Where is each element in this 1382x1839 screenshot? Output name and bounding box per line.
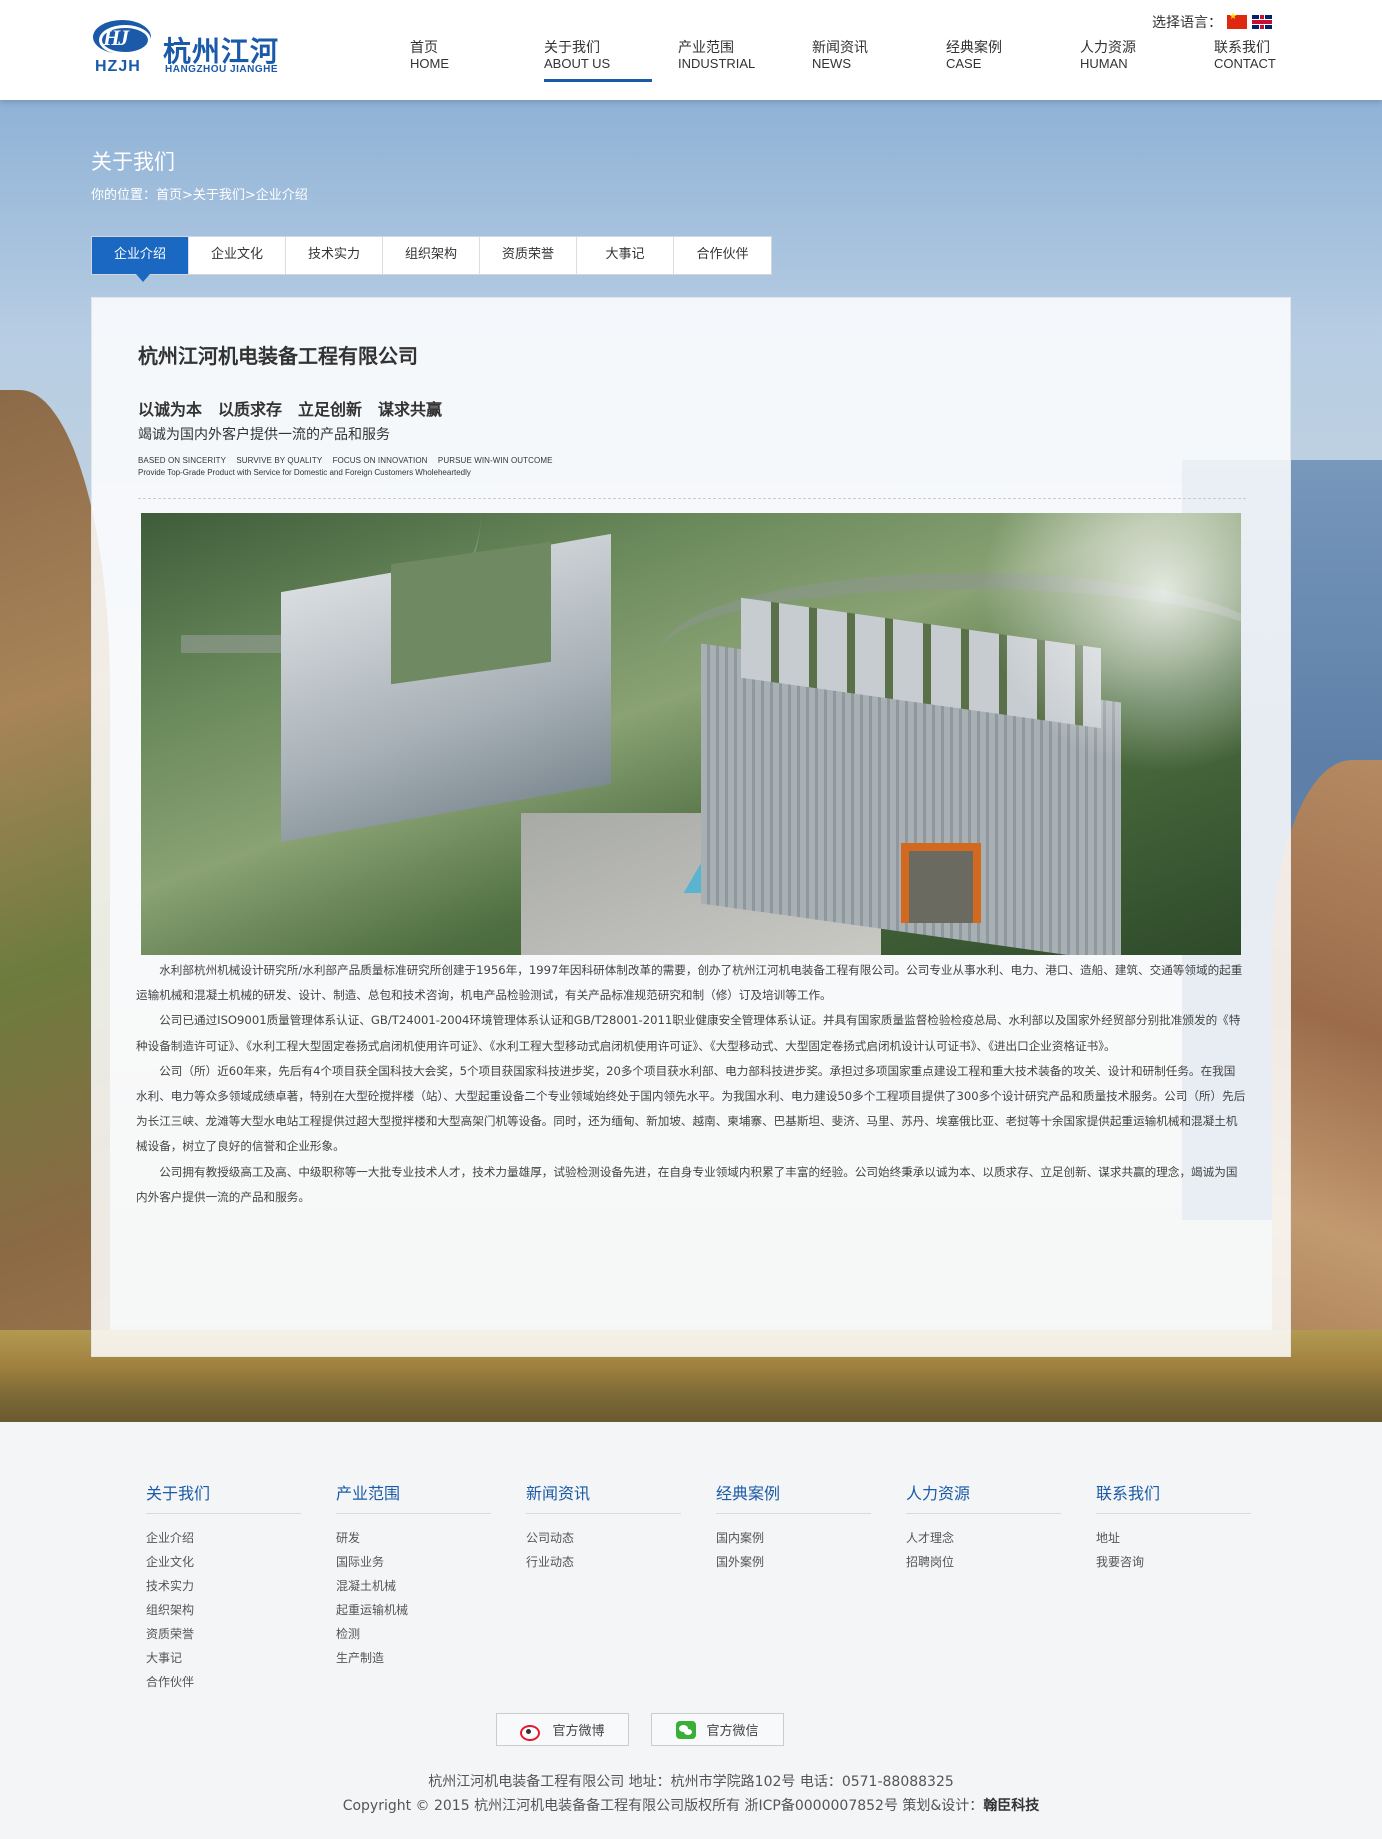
footer-contact-info: 杭州江河机电装备工程有限公司 地址：杭州市学院路102号 电话：0571-880… xyxy=(428,1774,954,1790)
footer-column-human: 人力资源 人才理念 招聘岗位 xyxy=(906,1480,1061,1574)
paragraph: 公司拥有教授级高工及高、中级职称等一大批专业技术人才，技术力量雄厚，试验检测设备… xyxy=(136,1164,1238,1204)
footer-link[interactable]: 技术实力 xyxy=(146,1574,301,1598)
slogan-subtitle: 竭诚为国内外客户提供一流的产品和服务 xyxy=(138,427,390,443)
footer-link[interactable]: 国内案例 xyxy=(716,1526,871,1550)
footer-column-title[interactable]: 经典案例 xyxy=(716,1480,871,1514)
footer-link[interactable]: 混凝土机械 xyxy=(336,1574,491,1598)
slogan-english: BASED ON SINCERITY SURVIVE BY QUALITY FO… xyxy=(138,456,553,465)
tab-honors[interactable]: 资质荣誉 xyxy=(480,237,577,274)
footer-column-news: 新闻资讯 公司动态 行业动态 xyxy=(526,1480,681,1574)
footer-column-title[interactable]: 新闻资讯 xyxy=(526,1480,681,1514)
nav-item-news[interactable]: 新闻资讯 NEWS xyxy=(812,41,912,82)
nav-item-about[interactable]: 关于我们 ABOUT US xyxy=(544,41,652,82)
footer-link[interactable]: 大事记 xyxy=(146,1646,301,1670)
nav-item-case[interactable]: 经典案例 CASE xyxy=(946,41,1046,82)
tab-milestones[interactable]: 大事记 xyxy=(577,237,674,274)
footer-column-title[interactable]: 联系我们 xyxy=(1096,1480,1251,1514)
tab-organization[interactable]: 组织架构 xyxy=(383,237,480,274)
nav-item-industrial[interactable]: 产业范围 INDUSTRIAL xyxy=(678,41,778,82)
tab-partners[interactable]: 合作伙伴 xyxy=(674,237,771,274)
footer-link[interactable]: 研发 xyxy=(336,1526,491,1550)
dashed-divider xyxy=(138,498,1246,499)
weibo-label: 官方微博 xyxy=(552,1724,605,1739)
breadcrumb[interactable]: 你的位置：首页>关于我们>企业介绍 xyxy=(91,184,308,203)
nav-item-contact[interactable]: 联系我们 CONTACT xyxy=(1214,41,1314,82)
footer-column-title[interactable]: 关于我们 xyxy=(146,1480,301,1514)
weibo-button[interactable]: 官方微博 xyxy=(496,1713,629,1746)
designer-link[interactable]: 翰臣科技 xyxy=(983,1798,1039,1814)
site-header: HJ HZJH 杭州江河 HANGZHOU JIANGHE 选择语言： 首页 H… xyxy=(0,0,1382,100)
entrance-shape xyxy=(901,843,981,923)
tab-technology[interactable]: 技术实力 xyxy=(286,237,383,274)
footer-link[interactable]: 生产制造 xyxy=(336,1646,491,1670)
footer-link[interactable]: 国际业务 xyxy=(336,1550,491,1574)
footer-link[interactable]: 企业文化 xyxy=(146,1550,301,1574)
wechat-icon xyxy=(676,1720,697,1739)
footer-link[interactable]: 我要咨询 xyxy=(1096,1550,1251,1574)
company-description: 水利部杭州机械设计研究所/水利部产品质量标准研究所创建于1956年，1997年因… xyxy=(136,958,1246,1210)
footer-column-industrial: 产业范围 研发 国际业务 混凝土机械 起重运输机械 检测 生产制造 xyxy=(336,1480,491,1670)
courtyard-shape xyxy=(391,541,551,685)
nav-item-human[interactable]: 人力资源 HUMAN xyxy=(1080,41,1180,82)
paragraph: 公司（所）近60年来，先后有4个项目获全国科技大会奖，5个项目获国家科技进步奖，… xyxy=(136,1063,1246,1154)
footer-column-about: 关于我们 企业介绍 企业文化 技术实力 组织架构 资质荣誉 大事记 合作伙伴 xyxy=(146,1480,301,1694)
uk-flag-icon[interactable] xyxy=(1252,15,1272,29)
footer-column-case: 经典案例 国内案例 国外案例 xyxy=(716,1480,871,1574)
footer-link[interactable]: 人才理念 xyxy=(906,1526,1061,1550)
footer-link[interactable]: 合作伙伴 xyxy=(146,1670,301,1694)
language-label: 选择语言： xyxy=(1152,15,1222,31)
footer-link[interactable]: 起重运输机械 xyxy=(336,1598,491,1622)
footer-column-contact: 联系我们 地址 我要咨询 xyxy=(1096,1480,1251,1574)
mist-shape xyxy=(981,513,1241,773)
footer-link[interactable]: 地址 xyxy=(1096,1526,1251,1550)
logo-abbr: HZJH xyxy=(95,58,141,75)
slogan: 以诚为本 以质求存 立足创新 谋求共赢 xyxy=(138,400,443,419)
nav-item-home[interactable]: 首页 HOME xyxy=(410,41,510,82)
content-panel: 杭州江河机电装备工程有限公司 以诚为本 以质求存 立足创新 谋求共赢 竭诚为国内… xyxy=(91,297,1291,1357)
footer-column-title[interactable]: 产业范围 xyxy=(336,1480,491,1514)
footer-link[interactable]: 国外案例 xyxy=(716,1550,871,1574)
weibo-icon xyxy=(520,1722,542,1741)
footer-link[interactable]: 检测 xyxy=(336,1622,491,1646)
footer-link[interactable]: 行业动态 xyxy=(526,1550,681,1574)
footer-column-title[interactable]: 人力资源 xyxy=(906,1480,1061,1514)
tab-culture[interactable]: 企业文化 xyxy=(189,237,286,274)
page-title: 关于我们 xyxy=(91,150,175,174)
tab-company-intro[interactable]: 企业介绍 xyxy=(92,237,189,282)
paragraph: 公司已通过ISO9001质量管理体系认证、GB/T24001-2004环境管理体… xyxy=(136,1013,1241,1053)
footer-link[interactable]: 资质荣誉 xyxy=(146,1622,301,1646)
footer-link[interactable]: 组织架构 xyxy=(146,1598,301,1622)
copyright-text: Copyright © 2015 杭州江河机电装备备工程有限公司版权所有 浙IC… xyxy=(342,1798,984,1814)
company-title: 杭州江河机电装备工程有限公司 xyxy=(138,344,418,368)
wechat-label: 官方微信 xyxy=(706,1724,759,1739)
footer-copyright: Copyright © 2015 杭州江河机电装备备工程有限公司版权所有 浙IC… xyxy=(0,1794,1382,1818)
site-logo[interactable]: HJ HZJH 杭州江河 HANGZHOU JIANGHE xyxy=(93,20,293,78)
footer-link[interactable]: 公司动态 xyxy=(526,1526,681,1550)
paragraph: 水利部杭州机械设计研究所/水利部产品质量标准研究所创建于1956年，1997年因… xyxy=(136,963,1243,1003)
language-switcher: 选择语言： xyxy=(1152,12,1272,32)
china-flag-icon[interactable] xyxy=(1227,12,1247,29)
logo-mark-icon: HJ xyxy=(93,20,151,55)
footer-link[interactable]: 企业介绍 xyxy=(146,1526,301,1550)
building-photo xyxy=(141,513,1241,955)
logo-name-en: HANGZHOU JIANGHE xyxy=(165,64,279,75)
wechat-button[interactable]: 官方微信 xyxy=(651,1713,784,1746)
footer-link[interactable]: 招聘岗位 xyxy=(906,1550,1061,1574)
slogan-english-sub: Provide Top-Grade Product with Service f… xyxy=(138,468,471,477)
sub-navigation: 企业介绍 企业文化 技术实力 组织架构 资质荣誉 大事记 合作伙伴 xyxy=(91,236,772,282)
